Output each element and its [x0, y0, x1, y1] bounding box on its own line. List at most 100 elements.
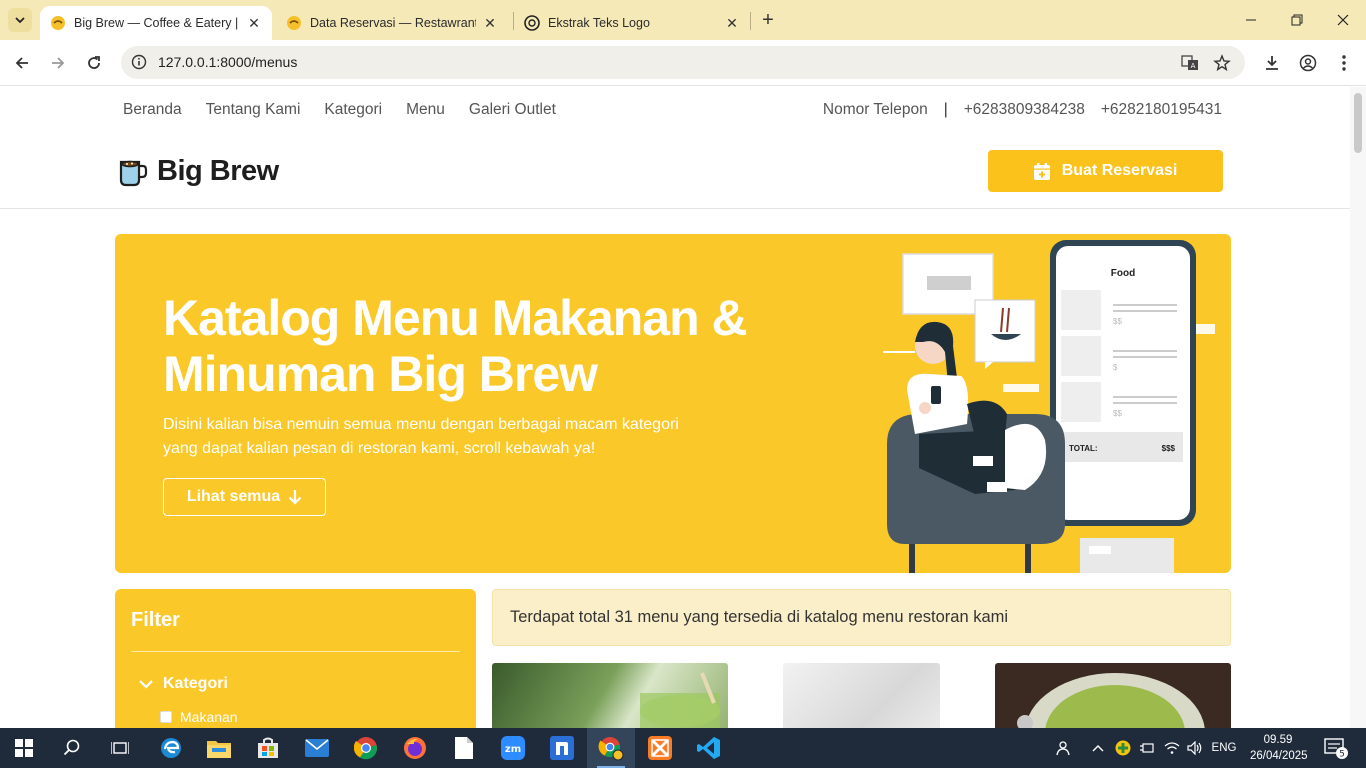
header-divider: [0, 208, 1350, 209]
vscode-icon: [697, 737, 720, 759]
start-button[interactable]: [0, 728, 48, 768]
taskbar-edge[interactable]: [147, 728, 195, 768]
taskbar-clock[interactable]: 09.59 26/04/2025: [1250, 732, 1308, 764]
profile-button[interactable]: [1294, 49, 1322, 77]
nav-kategori[interactable]: Kategori: [324, 101, 382, 119]
translate-icon[interactable]: A: [1179, 52, 1201, 74]
tab-ekstrak-teks-logo[interactable]: Ekstrak Teks Logo ✕: [514, 6, 750, 40]
taskbar-notion-like-app[interactable]: [538, 728, 586, 768]
see-all-button[interactable]: Lihat semua: [163, 478, 326, 516]
phone-total-value: $$$: [1162, 444, 1176, 453]
tab-search-button[interactable]: [8, 8, 32, 32]
phone-number-2[interactable]: +6282180195431: [1101, 101, 1222, 119]
url-text[interactable]: 127.0.0.1:8000/menus: [158, 54, 297, 70]
browser-toolbar: 127.0.0.1:8000/menus A: [0, 40, 1366, 86]
tab-title: Data Reservasi — Restawrant: [310, 16, 476, 30]
action-center-button[interactable]: 5: [1316, 728, 1356, 768]
site-info-icon[interactable]: [129, 52, 149, 72]
close-window-button[interactable]: [1320, 0, 1366, 40]
nav-tentang-kami[interactable]: Tentang Kami: [206, 101, 301, 119]
phone-total-label: TOTAL:: [1069, 444, 1098, 453]
filter-option-makanan[interactable]: Makanan: [160, 709, 238, 725]
close-tab-icon[interactable]: ✕: [724, 15, 740, 31]
forward-button[interactable]: [44, 49, 72, 77]
back-button[interactable]: [8, 49, 36, 77]
big-brew-favicon-icon: [51, 16, 65, 30]
filter-divider: [131, 651, 460, 652]
make-reservation-label: Buat Reservasi: [1061, 162, 1178, 179]
browser-tab-strip: Big Brew — Coffee & Eatery | R ✕ Data Re…: [0, 0, 1366, 40]
top-navigation: Beranda Tentang Kami Kategori Menu Galer…: [123, 101, 556, 119]
new-tab-button[interactable]: +: [758, 9, 778, 31]
menu-card-image-matcha[interactable]: [492, 663, 728, 728]
taskbar-firefox[interactable]: [391, 728, 439, 768]
taskbar-search-button[interactable]: [48, 728, 96, 768]
phone-price-3: $$: [1113, 409, 1122, 418]
tab-title: Ekstrak Teks Logo: [548, 16, 650, 30]
taskbar-vscode[interactable]: [685, 728, 733, 768]
input-language[interactable]: ENG: [1208, 728, 1240, 768]
xampp-icon: [648, 736, 672, 760]
hero-subtitle: Disini kalian bisa nemuin semua menu den…: [163, 416, 679, 457]
network-tray-button[interactable]: [1160, 728, 1184, 768]
edge-icon: [161, 738, 181, 758]
page-scrollbar[interactable]: [1350, 87, 1366, 728]
hero-illustration: Food $$ $ $$ TOTAL: $$$: [883, 240, 1215, 573]
taskbar-chrome[interactable]: [342, 728, 390, 768]
reload-button[interactable]: [80, 49, 108, 77]
minimize-button[interactable]: [1228, 0, 1274, 40]
chevron-down-icon: [139, 680, 153, 689]
battery-tray-button[interactable]: [1136, 728, 1158, 768]
brand-name: Big Brew: [157, 155, 279, 187]
restore-icon: [1291, 14, 1303, 26]
downloads-button[interactable]: [1258, 49, 1286, 77]
close-tab-icon[interactable]: ✕: [246, 15, 262, 31]
windows-taskbar: zm ENG 09.59 26/04/2025 5: [0, 728, 1366, 768]
nav-galeri-outlet[interactable]: Galeri Outlet: [469, 101, 556, 119]
phone-number-1[interactable]: +6283809384238: [964, 101, 1085, 119]
wifi-icon: [1164, 742, 1180, 754]
tab-data-reservasi[interactable]: Data Reservasi — Restawrant ✕: [276, 6, 508, 40]
nav-beranda[interactable]: Beranda: [123, 101, 182, 119]
tab-separator: [750, 12, 751, 30]
taskbar-notepad[interactable]: [440, 728, 488, 768]
phone-info: Nomor Telepon | +6283809384238 +62821801…: [823, 101, 1222, 119]
taskbar-store[interactable]: [244, 728, 292, 768]
address-bar[interactable]: 127.0.0.1:8000/menus A: [121, 46, 1245, 79]
mail-icon: [305, 739, 329, 757]
volume-tray-button[interactable]: [1184, 728, 1206, 768]
show-hidden-icons-button[interactable]: [1088, 728, 1108, 768]
menu-count-notice: Terdapat total 31 menu yang tersedia di …: [492, 589, 1231, 646]
taskbar-xampp[interactable]: [636, 728, 684, 768]
download-icon: [1266, 56, 1278, 70]
chevron-up-icon: [1092, 744, 1104, 752]
makanan-checkbox[interactable]: [160, 711, 172, 723]
noodle-card: [974, 299, 1036, 363]
menu-card-image-2[interactable]: [783, 663, 940, 728]
bookmark-star-icon[interactable]: [1211, 52, 1233, 74]
make-reservation-button[interactable]: Buat Reservasi: [988, 150, 1223, 192]
brand-logo[interactable]: Big Brew: [117, 155, 279, 188]
browser-menu-button[interactable]: [1330, 49, 1358, 77]
scrollbar-thumb[interactable]: [1354, 93, 1362, 153]
restore-button[interactable]: [1274, 0, 1320, 40]
taskbar-file-explorer[interactable]: [195, 728, 243, 768]
task-view-button[interactable]: [96, 728, 144, 768]
battery-icon: [1140, 743, 1154, 753]
people-tray-button[interactable]: [1052, 728, 1076, 768]
chrome-profile-icon: [598, 737, 624, 761]
taskbar-chrome-profile[interactable]: [587, 728, 635, 768]
nav-menu[interactable]: Menu: [406, 101, 445, 119]
close-tab-icon[interactable]: ✕: [482, 15, 498, 31]
tab-big-brew[interactable]: Big Brew — Coffee & Eatery | R ✕: [40, 6, 272, 40]
taskbar-mail[interactable]: [293, 728, 341, 768]
phone-food-title: Food: [1111, 268, 1135, 279]
arrow-left-icon: [15, 57, 28, 69]
speaker-icon: [1187, 741, 1202, 755]
taskbar-zoom[interactable]: zm: [489, 728, 537, 768]
tray-app-button[interactable]: [1112, 728, 1134, 768]
n-app-icon: [550, 736, 574, 760]
clock-time: 09.59: [1263, 734, 1293, 746]
category-toggle[interactable]: Kategori: [139, 675, 228, 693]
menu-card-image-3[interactable]: [995, 663, 1231, 728]
